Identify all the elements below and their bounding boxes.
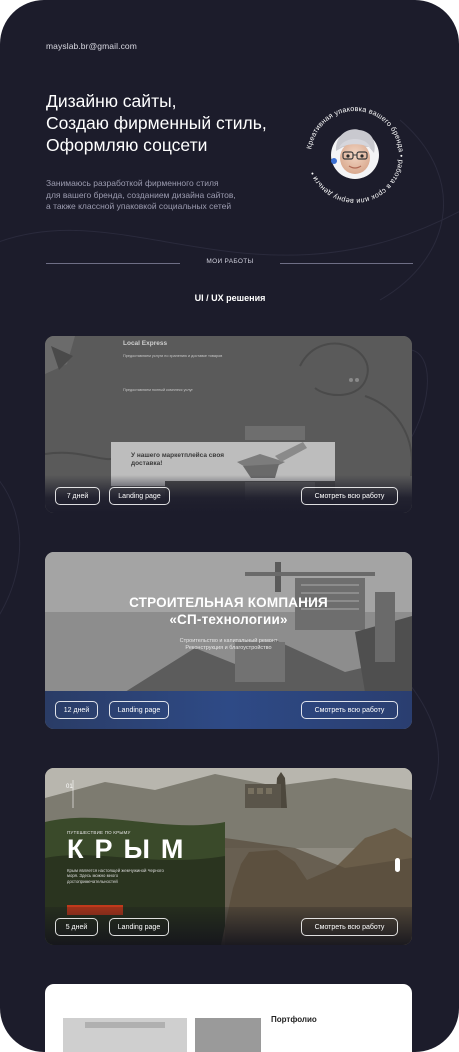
card2-subtitle: Строительство и капитальный ремонт Рекон… — [45, 638, 412, 652]
card2-title: СТРОИТЕЛЬНАЯ КОМПАНИЯ «СП-технологии» — [45, 594, 412, 628]
card2-subtitle-line-1: Строительство и капитальный ремонт — [179, 638, 278, 644]
avatar-badge: Креативная упаковка вашего бренда • рабо… — [304, 104, 405, 206]
card3-view-work-button[interactable]: Смотреть всю работу — [301, 918, 398, 936]
card2-type-tag: Landing page — [109, 701, 169, 719]
card1-view-work-button[interactable]: Смотреть всю работу — [301, 487, 398, 505]
work-card-1[interactable]: Local Express Предоставляем услуги по хр… — [45, 336, 412, 513]
card1-days-tag: 7 дней — [55, 487, 100, 505]
card2-days-tag: 12 дней — [55, 701, 98, 719]
card3-type-tag: Landing page — [109, 918, 169, 936]
card3-days-tag: 5 дней — [55, 918, 98, 936]
avatar — [331, 129, 379, 179]
work-card-3[interactable]: 01 ПУТЕШЕСТВИЕ ПО КРЫМУ КРЫМ Крым являет… — [45, 768, 412, 945]
card1-text-a: Предоставляем услуги по хранению и доста… — [123, 354, 223, 358]
headline-line-2: Создаю фирменный стиль, — [46, 113, 267, 133]
hero-description: Занимаюсь разработкой фирменного стиля д… — [46, 178, 286, 213]
card3-description: Крым является настоящей жемчужиной Черно… — [67, 868, 164, 884]
hero-headline: Дизайню сайты, Создаю фирменный стиль, О… — [46, 90, 306, 156]
card4-title: Портфолио — [271, 1015, 317, 1024]
email-link[interactable]: mayslab.br@gmail.com — [46, 41, 137, 51]
work-card-4[interactable]: Портфолио — [45, 984, 412, 1052]
headline-line-1: Дизайню сайты, — [46, 91, 177, 111]
card1-promo: У нашего маркетплейса своя доставка! — [131, 452, 224, 467]
headline-line-3: Оформляю соцсети — [46, 135, 208, 155]
card2-subtitle-line-2: Реконструкция и благоустройство — [185, 645, 272, 651]
card2-view-work-button[interactable]: Смотреть всю работу — [301, 701, 398, 719]
category-title: UI / UX решения — [194, 293, 266, 303]
card2-title-line-1: СТРОИТЕЛЬНАЯ КОМПАНИЯ — [129, 595, 328, 610]
card4-preview-image — [63, 1018, 261, 1052]
work-card-2[interactable]: СТРОИТЕЛЬНАЯ КОМПАНИЯ «СП-технологии» Ст… — [45, 552, 412, 729]
description-line-1: Занимаюсь разработкой фирменного стиля — [46, 178, 219, 188]
card1-brand: Local Express — [123, 340, 168, 347]
card3-number: 01 — [66, 784, 73, 790]
card1-text-b: Предоставляем полный комплекс услуг — [123, 388, 193, 392]
page-container: mayslab.br@gmail.com Дизайню сайты, Созд… — [0, 0, 459, 1052]
section-divider-right — [280, 263, 413, 264]
description-line-3: а также классной упаковкой социальных се… — [46, 201, 232, 211]
card3-title: КРЫМ — [67, 834, 195, 864]
description-line-2: для вашего бренда, созданием дизайна сай… — [46, 189, 236, 200]
card1-type-tag: Landing page — [109, 487, 170, 505]
section-label: МОИ РАБОТЫ — [206, 258, 254, 265]
card2-title-line-2: «СП-технологии» — [169, 612, 288, 627]
